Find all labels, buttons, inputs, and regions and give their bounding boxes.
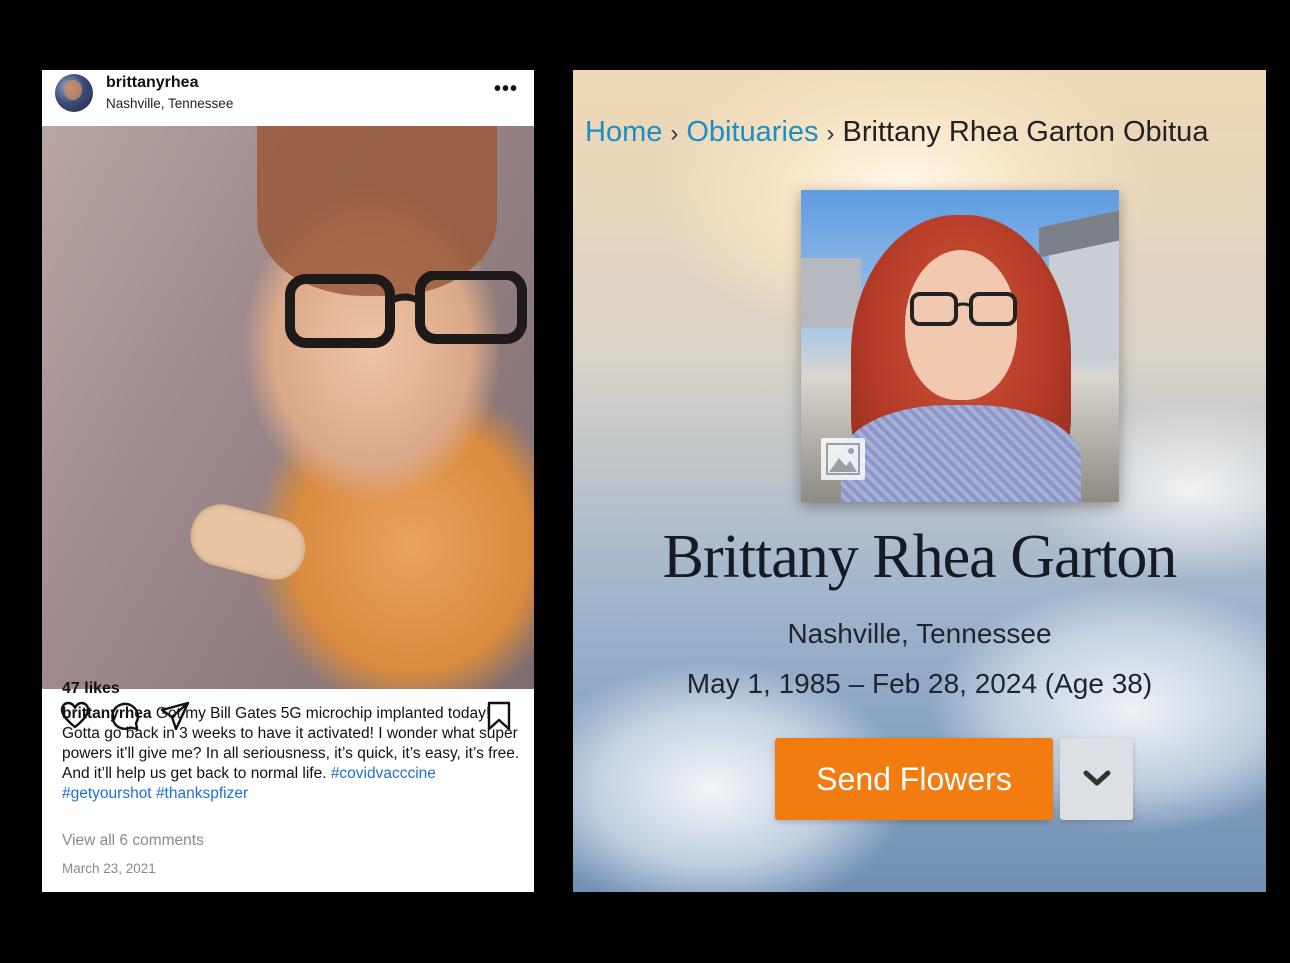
view-comments-link[interactable]: View all 6 comments bbox=[62, 832, 204, 850]
glasses-graphic bbox=[285, 271, 527, 348]
post-caption: brittanyrhea Got my Bill Gates 5G microc… bbox=[62, 704, 522, 804]
more-options-button[interactable] bbox=[1060, 738, 1133, 820]
breadcrumb: Home › Obituaries › Brittany Rhea Garton Obi… bbox=[585, 116, 1208, 149]
hashtag-link[interactable]: #covidvacccine bbox=[331, 765, 436, 782]
breadcrumb-separator: › bbox=[826, 120, 835, 147]
post-location[interactable]: Nashville, Tennessee bbox=[106, 96, 233, 111]
caption-username[interactable]: brittanyrhea bbox=[62, 705, 152, 722]
deceased-name: Brittany Rhea Garton bbox=[662, 523, 1178, 591]
obituary-page: Home › Obituaries › Brittany Rhea Garton Obi… bbox=[573, 70, 1266, 892]
post-header: brittanyrhea Nashville, Tennessee ••• bbox=[42, 70, 534, 126]
instagram-post: brittanyrhea Nashville, Tennessee ••• 47… bbox=[42, 70, 534, 892]
hashtag-link[interactable]: #thankspfizer bbox=[156, 785, 248, 802]
avatar[interactable] bbox=[55, 74, 93, 112]
bandage-graphic bbox=[184, 497, 312, 587]
post-photo[interactable] bbox=[42, 126, 534, 689]
post-username[interactable]: brittanyrhea bbox=[106, 74, 198, 92]
post-date: March 23, 2021 bbox=[62, 861, 156, 876]
hashtag-link[interactable]: #getyourshot bbox=[62, 785, 152, 802]
deceased-location: Nashville, Tennessee bbox=[787, 618, 1052, 649]
chevron-down-icon bbox=[1083, 770, 1110, 786]
life-dates: May 1, 1985 – Feb 28, 2024 (Age 38) bbox=[686, 668, 1153, 699]
breadcrumb-current: Brittany Rhea Garton Obitua bbox=[842, 116, 1209, 148]
more-options-icon[interactable]: ••• bbox=[494, 78, 518, 101]
photo-gallery-icon[interactable] bbox=[821, 438, 865, 480]
send-flowers-button[interactable]: Send Flowers bbox=[775, 738, 1053, 820]
breadcrumb-separator: › bbox=[670, 120, 679, 147]
breadcrumb-obituaries[interactable]: Obituaries bbox=[686, 116, 818, 148]
breadcrumb-home[interactable]: Home bbox=[585, 116, 662, 148]
glasses-graphic bbox=[910, 292, 1017, 326]
likes-count[interactable]: 47 likes bbox=[62, 680, 120, 698]
obituary-portrait[interactable] bbox=[801, 190, 1119, 502]
